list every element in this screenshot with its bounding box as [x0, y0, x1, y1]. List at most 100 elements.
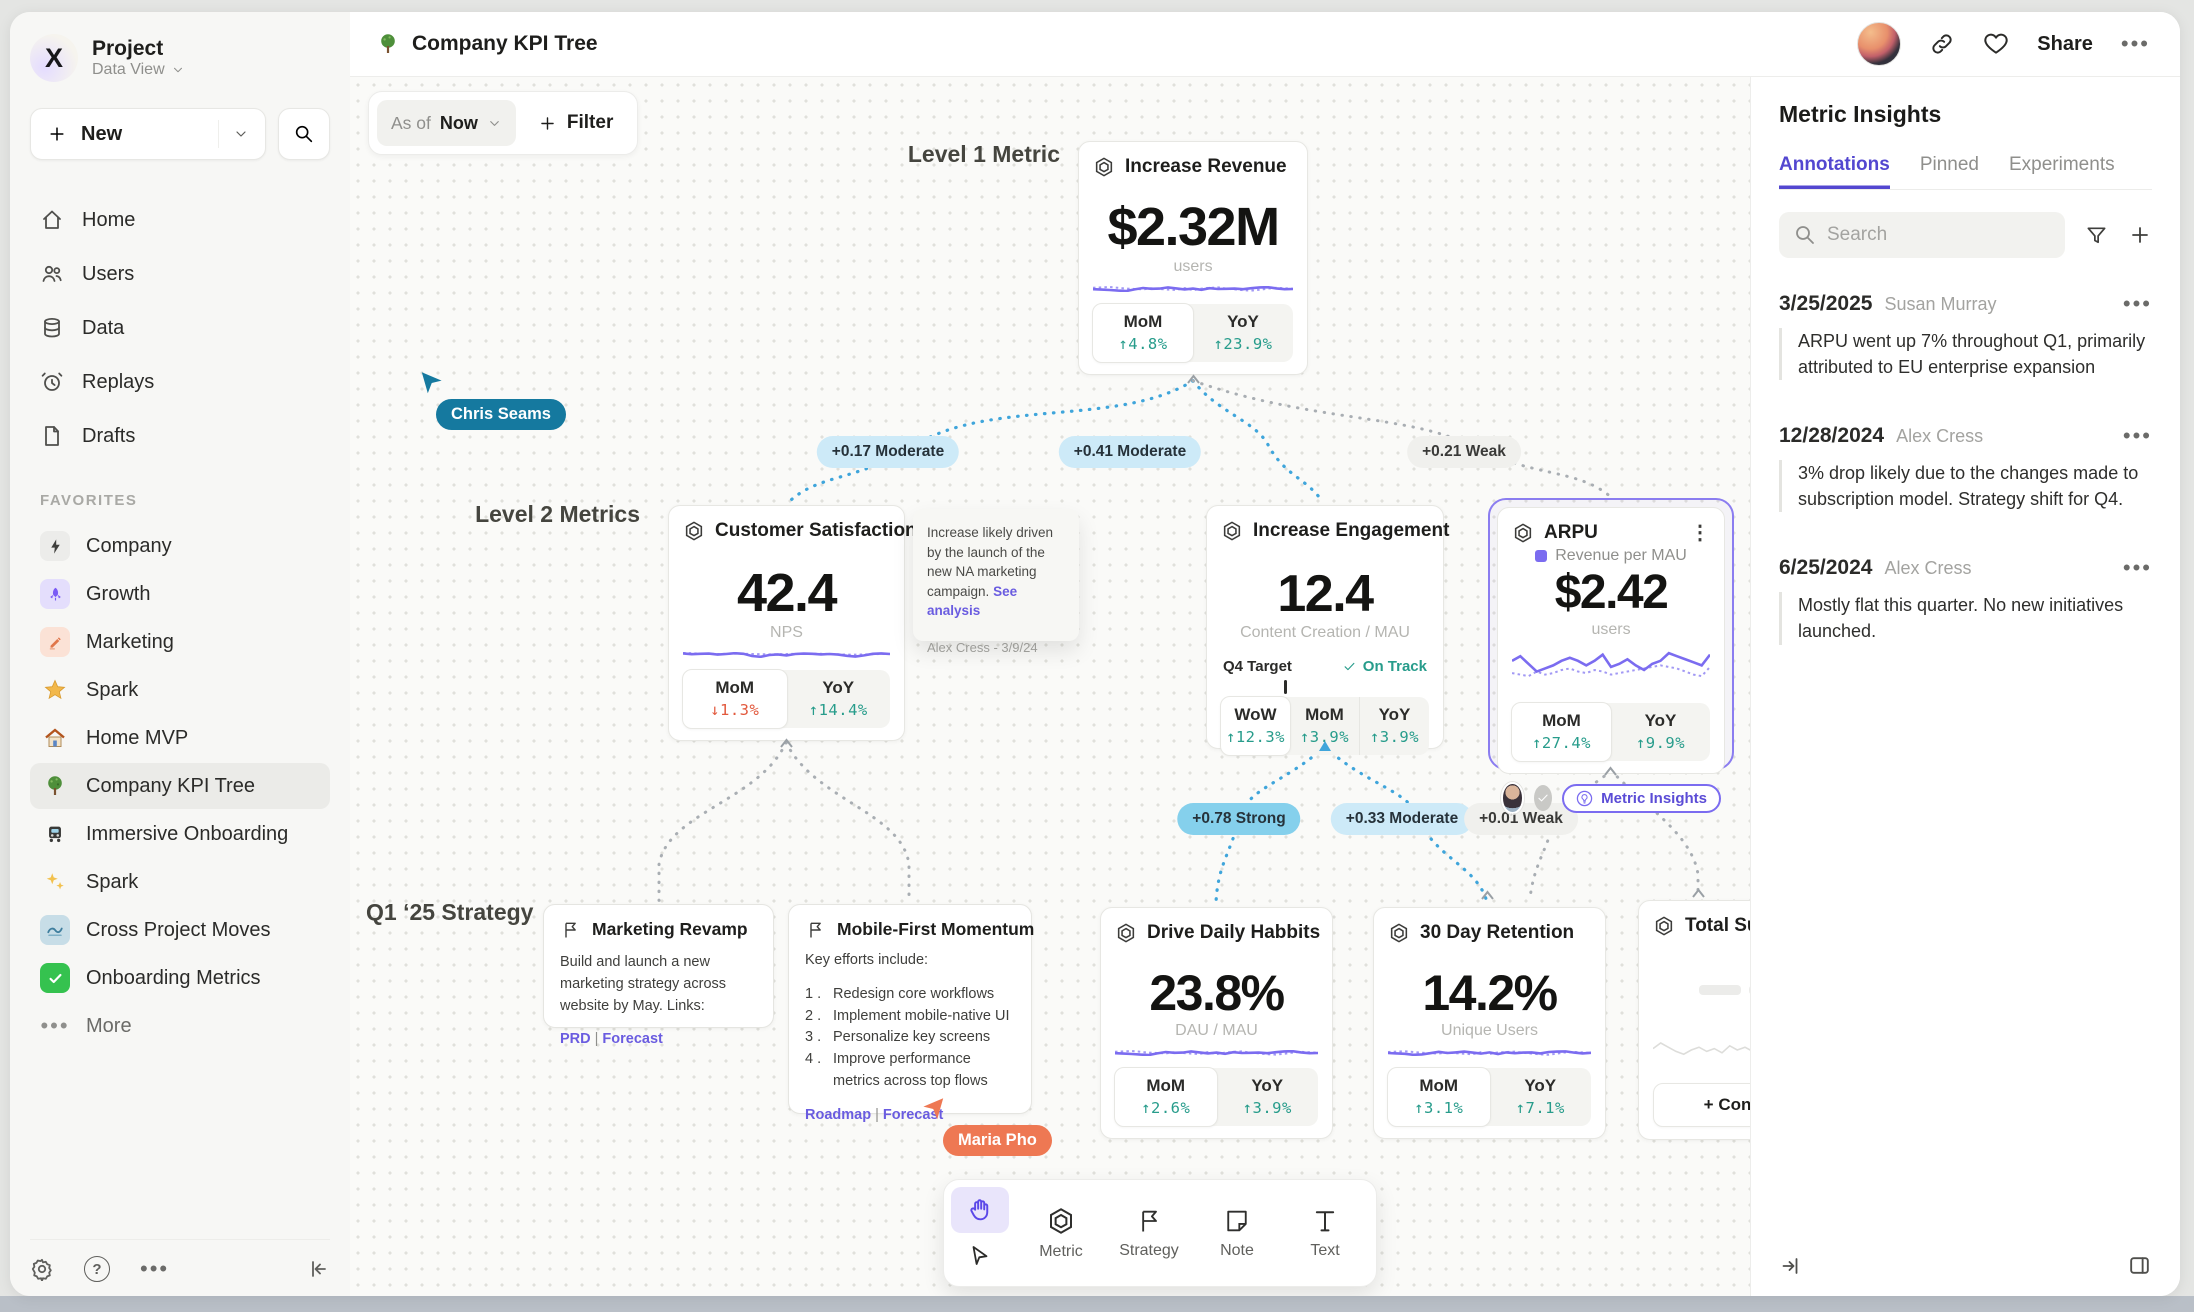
sidebar-item-data[interactable]: Data — [30, 306, 330, 350]
annotation-menu-icon[interactable]: ••• — [2123, 563, 2152, 573]
project-switcher[interactable]: X Project Data View — [30, 34, 330, 82]
favorite-item-company[interactable]: Company — [30, 523, 330, 569]
metric-insights-badge[interactable]: Metric Insights — [1562, 784, 1721, 813]
connect-metric-button[interactable]: + Connect — [1653, 1083, 1750, 1127]
favorite-label: Spark — [86, 871, 138, 894]
stat-label: MoM — [1390, 1076, 1488, 1096]
stat-label: MoM — [685, 678, 785, 698]
favorites-more-button[interactable]: ••• More — [30, 1003, 330, 1049]
filter-funnel-icon[interactable] — [2085, 224, 2108, 247]
prd-link[interactable]: PRD — [560, 1031, 591, 1047]
share-button[interactable]: Share — [2037, 33, 2093, 56]
expand-caret-icon[interactable] — [779, 737, 794, 749]
favorite-item-growth[interactable]: Growth — [30, 571, 330, 617]
new-button[interactable]: New — [30, 108, 266, 160]
kpi-tree-canvas[interactable]: As of Now Filter Level 1 Metric Level 2 … — [350, 77, 1750, 1296]
favorite-item-onboarding-metrics[interactable]: Onboarding Metrics — [30, 955, 330, 1001]
topbar-more-icon[interactable]: ••• — [2121, 39, 2150, 49]
add-filter-button[interactable]: Filter — [522, 112, 629, 134]
favorite-item-spark[interactable]: Spark — [30, 667, 330, 713]
topbar: Company KPI Tree Share ••• — [350, 12, 2180, 77]
sidebar-item-users[interactable]: Users — [30, 252, 330, 296]
strategy-card-mobile-first-momentum[interactable]: Mobile-First Momentum Key efforts includ… — [788, 904, 1032, 1114]
search-icon — [293, 123, 315, 145]
cursor-name-label: Chris Seams — [436, 399, 566, 430]
annotation-item[interactable]: 12/28/2024 Alex Cress ••• 3% drop likely… — [1779, 424, 2152, 512]
edge-pill[interactable]: +0.17 Moderate — [817, 436, 959, 468]
sidebar-search-button[interactable] — [278, 108, 330, 160]
window-bottom-edge — [0, 1296, 2194, 1312]
avatar[interactable] — [1857, 22, 1901, 66]
edge-pill[interactable]: +0.41 Moderate — [1059, 436, 1201, 468]
edge-pill[interactable]: +0.78 Strong — [1177, 803, 1300, 835]
favorite-item-company-kpi-tree[interactable]: Company KPI Tree — [30, 763, 330, 809]
sidebar-item-replays[interactable]: Replays — [30, 360, 330, 404]
edge-pill[interactable]: +0.21 Weak — [1407, 436, 1521, 468]
annotation-menu-icon[interactable]: ••• — [2123, 299, 2152, 309]
sidebar-item-home[interactable]: Home — [30, 198, 330, 242]
forecast-link[interactable]: Forecast — [602, 1031, 662, 1047]
canvas-tool-dock: Metric Strategy Note Text — [943, 1179, 1377, 1287]
annotation-menu-icon[interactable]: ••• — [2123, 431, 2152, 441]
data-view-selector[interactable]: Data View — [92, 61, 185, 79]
annotation-item[interactable]: 6/25/2024 Alex Cress ••• Mostly flat thi… — [1779, 556, 2152, 644]
metric-card-drive-daily-habbits[interactable]: Drive Daily Habbits 23.8% DAU / MAU MoM↑… — [1100, 907, 1333, 1139]
tool-note[interactable]: Note — [1193, 1187, 1281, 1279]
tab-experiments[interactable]: Experiments — [2009, 154, 2115, 189]
expand-caret-icon[interactable] — [1691, 887, 1706, 899]
roadmap-link[interactable]: Roadmap — [805, 1107, 871, 1123]
metric-card-increase-revenue[interactable]: Increase Revenue $2.32M users MoM↑4.8% Y… — [1078, 141, 1308, 375]
as-of-selector[interactable]: As of Now — [377, 100, 516, 146]
collapse-sidebar-icon[interactable] — [306, 1257, 330, 1281]
hand-tool-button[interactable] — [951, 1187, 1009, 1233]
sidebar-more-icon[interactable]: ••• — [140, 1264, 169, 1274]
metric-card-arpu-selected[interactable]: ARPU ⋮ Revenue per MAU $2.42 users — [1488, 498, 1734, 770]
strategy-card-marketing-revamp[interactable]: Marketing Revamp Build and launch a new … — [543, 904, 774, 1028]
tab-annotations[interactable]: Annotations — [1779, 154, 1890, 189]
main-area: Company KPI Tree Share ••• — [350, 12, 2180, 1296]
annotation-item[interactable]: 3/25/2025 Susan Murray ••• ARPU went up … — [1779, 292, 2152, 380]
favorite-label: Spark — [86, 679, 138, 702]
card-menu-kebab-icon[interactable]: ⋮ — [1690, 520, 1710, 545]
favorite-item-spark-2[interactable]: Spark — [30, 859, 330, 905]
tool-text[interactable]: Text — [1281, 1187, 1369, 1279]
card-title: Mobile-First Momentum — [837, 919, 1034, 940]
new-dropdown-toggle[interactable] — [218, 120, 249, 148]
sparkline-chart — [1115, 1050, 1318, 1056]
annotation-text: 3% drop likely due to the changes made t… — [1779, 460, 2152, 512]
tool-metric[interactable]: Metric — [1017, 1187, 1105, 1279]
favorite-heart-icon[interactable] — [1983, 31, 2009, 57]
metric-card-30-day-retention[interactable]: 30 Day Retention 14.2% Unique Users MoM↑… — [1373, 907, 1606, 1139]
favorite-item-cross-project-moves[interactable]: Cross Project Moves — [30, 907, 330, 953]
expand-caret-icon[interactable] — [1186, 373, 1201, 385]
tab-pinned[interactable]: Pinned — [1920, 154, 1979, 189]
tool-strategy[interactable]: Strategy — [1105, 1187, 1193, 1279]
collaborator-cursor-maria: Maria Pho — [927, 1097, 1052, 1156]
metric-insights-label: Metric Insights — [1601, 790, 1707, 807]
gear-icon[interactable] — [30, 1257, 54, 1281]
favorite-item-home-mvp[interactable]: Home MVP — [30, 715, 330, 761]
sidebar-item-drafts[interactable]: Drafts — [30, 414, 330, 458]
favorite-item-immersive-onboarding[interactable]: Immersive Onboarding — [30, 811, 330, 857]
help-icon[interactable]: ? — [84, 1256, 110, 1282]
card-title: Marketing Revamp — [592, 919, 748, 940]
copy-link-icon[interactable] — [1929, 31, 1955, 57]
search-icon — [1793, 223, 1817, 247]
edge-pill[interactable]: +0.33 Moderate — [1331, 803, 1473, 835]
metric-card-customer-satisfaction[interactable]: Customer Satisfaction 42.4 NPS MoM↓1.3% … — [668, 505, 905, 741]
expand-caret-icon[interactable] — [1603, 765, 1618, 777]
favorite-item-marketing[interactable]: Marketing — [30, 619, 330, 665]
toggle-panel-icon[interactable] — [2127, 1253, 2152, 1278]
add-annotation-icon[interactable] — [2128, 223, 2152, 247]
metric-card-total-subscriptions[interactable]: Total Subscript + Connect — [1638, 900, 1750, 1140]
metric-card-increase-engagement[interactable]: Increase Engagement 12.4 Content Creatio… — [1206, 505, 1444, 749]
expand-caret-icon[interactable] — [1480, 889, 1495, 901]
chevron-down-icon — [487, 116, 502, 131]
annotations-search-input[interactable] — [1779, 212, 2065, 258]
branch-node-icon[interactable] — [1317, 739, 1333, 752]
expand-panel-icon[interactable] — [1779, 1254, 1803, 1278]
more-label: More — [86, 1015, 132, 1038]
annotation-text: Increase likely driven by the launch of … — [927, 525, 1053, 599]
select-tool-button[interactable] — [951, 1233, 1009, 1279]
canvas-annotation-note[interactable]: Increase likely driven by the launch of … — [913, 509, 1079, 641]
